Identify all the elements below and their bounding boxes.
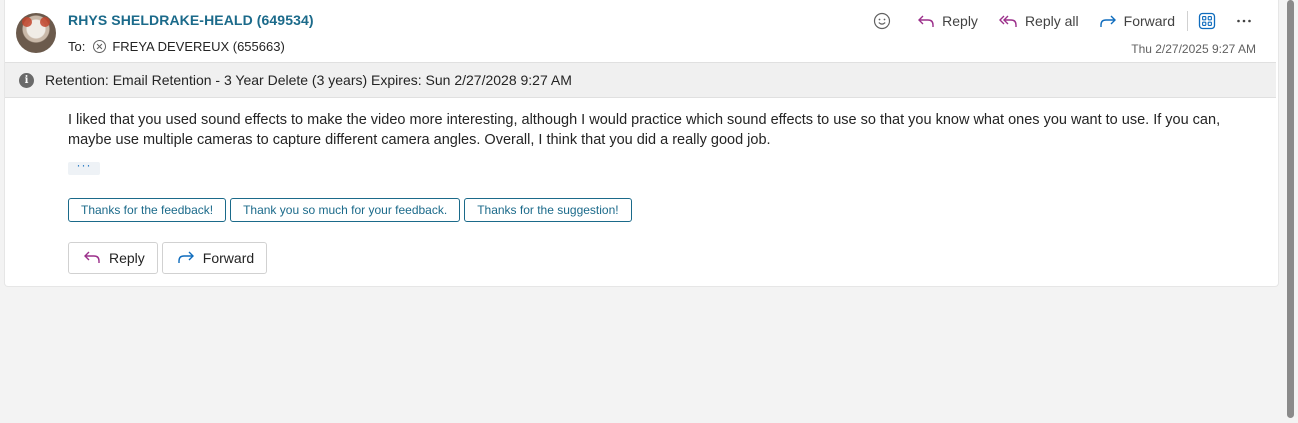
sender-avatar[interactable] <box>16 13 56 53</box>
bottom-reply-button[interactable]: Reply <box>68 242 158 274</box>
reply-all-button[interactable]: Reply all <box>992 8 1085 34</box>
message-toolbar: Reply Reply all Forward <box>863 8 1258 34</box>
forward-arrow-icon <box>177 249 195 268</box>
to-line: To: FREYA DEVEREUX (655663) <box>68 39 285 54</box>
suggested-reply-chip[interactable]: Thank you so much for your feedback. <box>230 198 461 222</box>
forward-label: Forward <box>1123 13 1175 29</box>
emoji-reaction-button[interactable] <box>867 8 897 34</box>
reply-all-arrow-icon <box>998 13 1018 29</box>
recipient-status-icon <box>93 40 107 53</box>
retention-banner: i Retention: Email Retention - 3 Year De… <box>5 62 1276 98</box>
reply-arrow-icon <box>917 13 935 29</box>
suggested-reply-chip[interactable]: Thanks for the suggestion! <box>464 198 632 222</box>
recipient-name[interactable]: FREYA DEVEREUX (655663) <box>112 39 284 54</box>
to-label: To: <box>68 39 86 54</box>
toolbar-divider <box>1187 11 1188 31</box>
suggested-replies: Thanks for the feedback! Thank you so mu… <box>68 198 632 222</box>
sender-name[interactable]: RHYS SHELDRAKE-HEALD (649534) <box>68 12 314 28</box>
reply-actions: Reply Forward <box>68 242 268 274</box>
reply-label: Reply <box>942 13 978 29</box>
bottom-forward-button[interactable]: Forward <box>161 242 268 274</box>
apps-grid-icon <box>1198 12 1216 30</box>
info-icon: i <box>19 72 34 88</box>
bottom-forward-label: Forward <box>202 250 255 266</box>
more-actions-button[interactable] <box>1230 8 1258 34</box>
vertical-scrollbar[interactable] <box>1287 0 1294 418</box>
smile-icon <box>873 12 891 30</box>
sent-date: Thu 2/27/2025 9:27 AM <box>1131 42 1256 56</box>
retention-text: Retention: Email Retention - 3 Year Dele… <box>45 72 572 88</box>
reply-all-label: Reply all <box>1024 13 1079 29</box>
bottom-reply-label: Reply <box>109 250 145 266</box>
reply-button[interactable]: Reply <box>911 8 984 34</box>
show-quoted-text-button[interactable]: ··· <box>68 159 100 175</box>
forward-button[interactable]: Forward <box>1093 8 1181 34</box>
suggested-reply-chip[interactable]: Thanks for the feedback! <box>68 198 227 222</box>
message-body: I liked that you used sound effects to m… <box>68 112 1221 148</box>
apps-button[interactable] <box>1192 8 1222 34</box>
forward-arrow-icon <box>1099 13 1117 29</box>
reply-arrow-icon <box>83 249 101 268</box>
more-horizontal-icon <box>1236 13 1252 29</box>
